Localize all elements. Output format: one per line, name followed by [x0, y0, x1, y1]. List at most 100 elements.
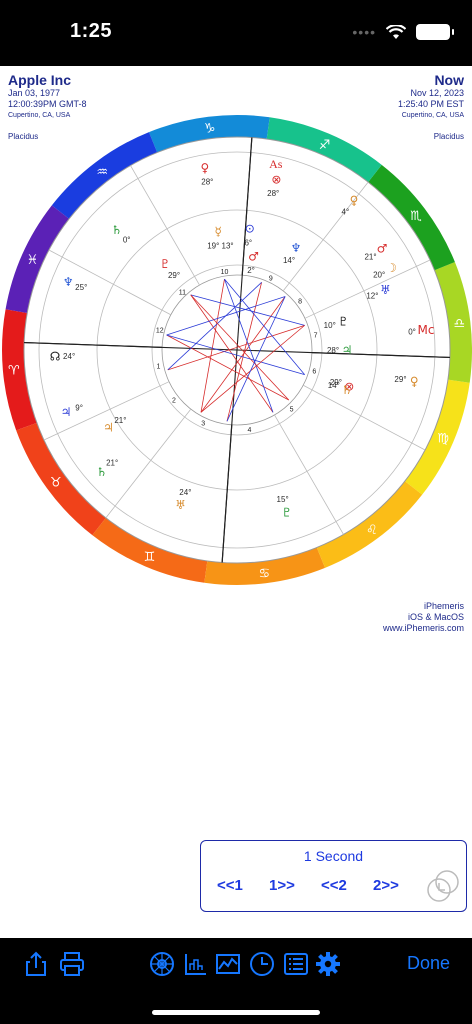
house-number: 12 [156, 327, 164, 334]
planet-glyph[interactable]: ♇ [281, 506, 292, 520]
planet-degree-label: 15° [277, 495, 289, 504]
planet-degree-label: 19° 13° [207, 241, 233, 250]
planet-degree-label: 20° [373, 270, 385, 279]
planet-glyph[interactable]: ♂ [248, 249, 259, 263]
credit-platforms: iOS & MacOS [407, 612, 464, 622]
step-forward-1-button[interactable]: 1>> [269, 877, 295, 894]
home-indicator [152, 1010, 320, 1015]
battery-icon [416, 24, 454, 40]
house-number: 8 [298, 299, 302, 306]
house-number: 11 [179, 289, 186, 296]
planet-glyph[interactable]: ♄ [342, 383, 353, 397]
share-icon[interactable] [22, 950, 50, 978]
planet-degree-label: 21° [364, 253, 376, 262]
house-number: 3 [201, 421, 205, 428]
house-number: 1 [157, 363, 161, 370]
planet-glyph[interactable]: ♃ [103, 420, 114, 434]
gear-icon[interactable] [314, 950, 342, 978]
planet-degree-label: 14° [328, 381, 340, 390]
planet-degree-label: 4° [342, 207, 350, 216]
zodiac-sign-glyph: ♍ [437, 432, 449, 447]
time-clock-icon[interactable] [426, 869, 460, 903]
planet-glyph[interactable]: ♀ [410, 374, 419, 388]
house-number: 7 [314, 333, 318, 340]
planet-degree-label: 2° [247, 266, 255, 275]
planet-glyph[interactable]: ♇ [160, 257, 171, 271]
app-credit: iPhemeris iOS & MacOS www.iPhemeris.com [383, 601, 464, 634]
planet-glyph[interactable]: ♃ [342, 343, 353, 357]
planet-degree-label: 10° [324, 321, 336, 330]
house-number: 4 [248, 427, 252, 434]
bottom-toolbar: Done [0, 938, 472, 1024]
status-icons: •••• [352, 24, 454, 40]
planet-degree-label: 28° [267, 189, 279, 198]
status-time: 1:25 [70, 20, 113, 42]
planet-glyph[interactable]: ♆ [63, 275, 74, 289]
step-back-2-button[interactable]: <<2 [321, 877, 347, 894]
planet-degree-label: 14° [283, 256, 295, 265]
house-number: 5 [290, 407, 294, 414]
ascendant-label: As [269, 157, 283, 171]
planet-degree-label: 29° [394, 375, 406, 384]
chart-wheel-icon[interactable] [148, 950, 176, 978]
planet-glyph[interactable]: ♀ [350, 193, 359, 207]
planet-glyph[interactable]: ☿ [215, 224, 222, 238]
zodiac-sign-glyph: ♏ [410, 209, 422, 224]
zodiac-sign-glyph: ♑ [204, 122, 216, 137]
zodiac-sign-glyph: ♉ [50, 476, 62, 491]
zodiac-sign-glyph: ♎ [454, 317, 466, 332]
planet-degree-label: 0° [408, 328, 416, 337]
status-bar: 1:25 •••• [0, 0, 472, 66]
zodiac-sign-glyph: ♈ [8, 364, 20, 379]
planet-degree-label: 24° [63, 352, 75, 361]
done-button[interactable]: Done [407, 953, 450, 974]
planet-glyph[interactable]: ♅ [175, 498, 186, 512]
signal-dots-icon: •••• [352, 24, 376, 40]
planet-glyph[interactable]: ⊗ [271, 172, 281, 186]
print-icon[interactable] [58, 950, 86, 978]
graph-icon[interactable] [214, 950, 242, 978]
house-number: 6 [312, 369, 316, 376]
planet-glyph[interactable]: ♆ [291, 241, 302, 255]
planet-degree-label: 28° [327, 346, 339, 355]
planet-degree-label: 29° [168, 271, 180, 280]
clock-icon[interactable] [248, 950, 276, 978]
planet-degree-label: 21° [114, 416, 126, 425]
astrology-wheel[interactable]: ♈♉♊♋♌♍♎♏♐♑♒♓ 123456789101112 ♀28°♄0°♆ 25°… [0, 66, 472, 640]
zodiac-sign-glyph: ♋ [258, 566, 270, 581]
planet-glyph[interactable]: ☽ [386, 261, 397, 275]
planet-degree-label: 9° [75, 403, 83, 412]
aspect-grid-icon[interactable] [182, 950, 210, 978]
planet-degree-label: 0° [123, 236, 131, 245]
credit-app-name: iPhemeris [423, 601, 464, 611]
planet-glyph[interactable]: ♂ [377, 241, 388, 255]
step-back-1-button[interactable]: <<1 [217, 877, 243, 894]
planet-degree-label: 25° [75, 283, 87, 292]
house-number: 9 [269, 275, 273, 282]
planet-glyph[interactable]: ♀ [200, 161, 209, 175]
zodiac-sign-glyph: ♒ [96, 165, 108, 180]
zodiac-sign-glyph: ♊ [144, 550, 156, 565]
planet-glyph[interactable]: ⊙ [245, 222, 255, 236]
time-step-label: 1 Second [303, 848, 364, 864]
list-icon[interactable] [282, 950, 310, 978]
house-number: 2 [172, 397, 176, 404]
wifi-icon [386, 24, 406, 39]
house-number: 10 [221, 269, 229, 276]
planet-glyph[interactable]: ♅ [380, 283, 391, 297]
zodiac-sign-glyph: ♐ [319, 138, 331, 153]
planet-glyph[interactable]: ♃ [61, 405, 72, 419]
planet-degree-label: 21° [106, 458, 118, 467]
planet-glyph[interactable]: Mc [417, 323, 434, 337]
planet-degree-label: 12° [366, 291, 378, 300]
planet-degree-label: 28° [201, 178, 213, 187]
planet-glyph[interactable]: ♄ [111, 223, 122, 237]
zodiac-sign-glyph: ♌ [366, 523, 378, 538]
time-step-panel: 1 Second <<1 1>> <<2 2>> [200, 840, 467, 912]
planet-degree-label: 24° [179, 488, 191, 497]
zodiac-sign-glyph: ♓ [27, 253, 39, 268]
step-forward-2-button[interactable]: 2>> [373, 877, 399, 894]
credit-url: www.iPhemeris.com [382, 623, 464, 633]
planet-glyph[interactable]: ♇ [338, 315, 349, 329]
planet-glyph[interactable]: ☊ [50, 349, 61, 363]
